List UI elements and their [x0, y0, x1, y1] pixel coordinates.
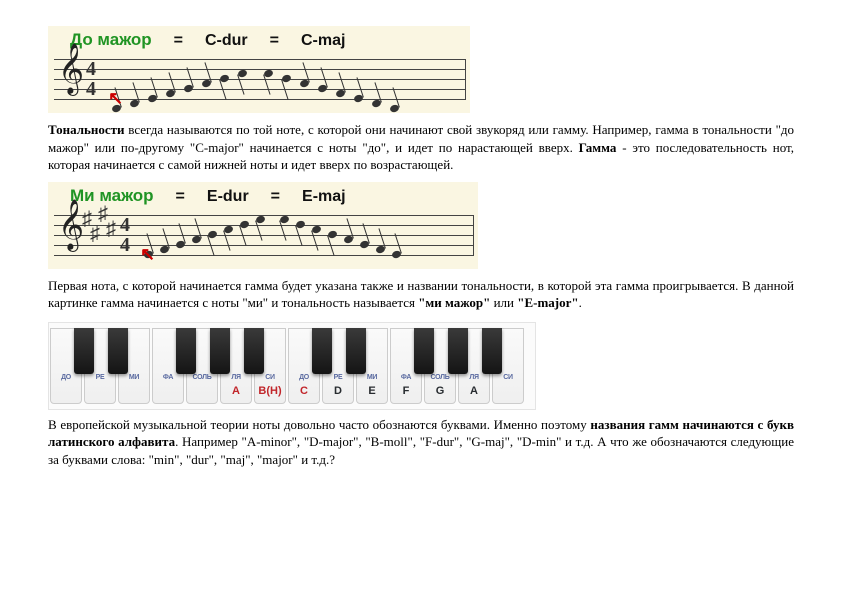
music-note — [263, 69, 274, 78]
music-note — [389, 104, 400, 113]
music-note — [317, 84, 328, 93]
score-header: До мажор = C-dur = C-maj — [48, 26, 470, 53]
black-key — [244, 328, 264, 374]
music-note — [371, 99, 382, 108]
music-note — [201, 79, 212, 88]
music-note — [129, 99, 140, 108]
piano-keyboard: ДО РЕ МИ ФА СОЛЬ ЛЯ A СИ B(H) ДО C РЕ D МИ E ФА F СОЛЬ G ЛЯ… — [48, 322, 536, 410]
first-note-arrow-icon: ↖ — [140, 244, 155, 265]
key-label-letter: G — [425, 385, 455, 397]
key-label-ru: ФА — [153, 374, 183, 381]
key-label-ru: СОЛЬ — [425, 374, 455, 381]
black-key — [346, 328, 366, 374]
black-key — [74, 328, 94, 374]
paragraph-letters: В европейской музыкальной теории ноты до… — [48, 416, 794, 469]
black-key — [448, 328, 468, 374]
key-label-letter: F — [391, 385, 421, 397]
treble-clef-icon: 𝄞 — [58, 203, 84, 247]
music-note — [219, 74, 230, 83]
black-key — [108, 328, 128, 374]
key-dur: E-dur — [207, 188, 249, 206]
key-label-ru: СИ — [255, 374, 285, 381]
black-key — [176, 328, 196, 374]
key-dur: C-dur — [205, 32, 248, 50]
key-label-ru: РЕ — [323, 374, 353, 381]
paragraph-first-note: Первая нота, с которой начинается гамма … — [48, 277, 794, 312]
key-label-letter: E — [357, 385, 387, 397]
sharp-icon: ♯ — [106, 219, 116, 239]
black-key — [312, 328, 332, 374]
key-label-letter: A — [221, 385, 251, 397]
key-label-ru: ЛЯ — [459, 374, 489, 381]
music-note — [237, 69, 248, 78]
music-staff: 𝄞 ♯ ♯ ♯ ♯ 4 4 — [54, 215, 474, 255]
music-note — [175, 239, 186, 248]
time-sig-top: 4 — [120, 220, 130, 230]
equals-sign: = — [270, 32, 279, 50]
key-label-ru: РЕ — [85, 374, 115, 381]
music-note — [147, 94, 158, 103]
treble-clef-icon: 𝄞 — [58, 47, 84, 91]
music-note — [375, 244, 386, 253]
music-note — [391, 249, 402, 258]
music-note — [279, 214, 290, 223]
music-note — [239, 219, 250, 228]
score-c-major: До мажор = C-dur = C-maj 𝄞 4 4 — [48, 26, 470, 113]
key-label-ru: ДО — [51, 374, 81, 381]
music-note — [183, 84, 194, 93]
key-label-ru: ФА — [391, 374, 421, 381]
key-label-ru: МИ — [357, 374, 387, 381]
music-note — [191, 234, 202, 243]
music-note — [335, 89, 346, 98]
time-sig-top: 4 — [86, 64, 96, 74]
score-header: Ми мажор = E-dur = E-maj — [48, 182, 478, 209]
key-label-ru: ДО — [289, 374, 319, 381]
time-sig-bot: 4 — [120, 240, 130, 250]
equals-sign: = — [174, 32, 183, 50]
key-label-ru: СИ — [493, 374, 523, 381]
music-note — [207, 229, 218, 238]
key-label-letter: B(H) — [255, 385, 285, 397]
music-note — [255, 214, 266, 223]
key-label-ru: МИ — [119, 374, 149, 381]
key-label-letter: A — [459, 385, 489, 397]
equals-sign: = — [271, 188, 280, 206]
barline — [465, 59, 466, 99]
key-maj: E-maj — [302, 188, 346, 206]
staff-wrap: 𝄞 ♯ ♯ ♯ ♯ 4 4 ↖ — [48, 209, 478, 269]
black-key — [482, 328, 502, 374]
key-label-ru: СОЛЬ — [187, 374, 217, 381]
key-maj: C-maj — [301, 32, 345, 50]
barline — [473, 215, 474, 255]
key-label-letter: D — [323, 385, 353, 397]
music-note — [295, 219, 306, 228]
music-note — [359, 239, 370, 248]
black-key — [210, 328, 230, 374]
music-note — [327, 229, 338, 238]
music-note — [281, 74, 292, 83]
score-e-major: Ми мажор = E-dur = E-maj 𝄞 ♯ ♯ ♯ ♯ 4 4 — [48, 182, 478, 269]
music-note — [165, 89, 176, 98]
black-key — [414, 328, 434, 374]
equals-sign: = — [176, 188, 185, 206]
time-sig-bot: 4 — [86, 84, 96, 94]
paragraph-tonality: Тональности всегда называются по той нот… — [48, 121, 794, 174]
music-note — [311, 224, 322, 233]
first-note-arrow-icon: ↖ — [108, 88, 123, 109]
music-note — [223, 224, 234, 233]
key-label-letter: C — [289, 385, 319, 397]
key-label-ru: ЛЯ — [221, 374, 251, 381]
music-note — [159, 244, 170, 253]
music-note — [299, 79, 310, 88]
term-tonality: Тональности — [48, 122, 125, 137]
term-gamma: Гамма — [579, 140, 617, 155]
sharp-icon: ♯ — [90, 224, 100, 244]
music-note — [343, 234, 354, 243]
music-note — [353, 94, 364, 103]
staff-wrap: 𝄞 4 4 ↖ — [48, 53, 470, 113]
